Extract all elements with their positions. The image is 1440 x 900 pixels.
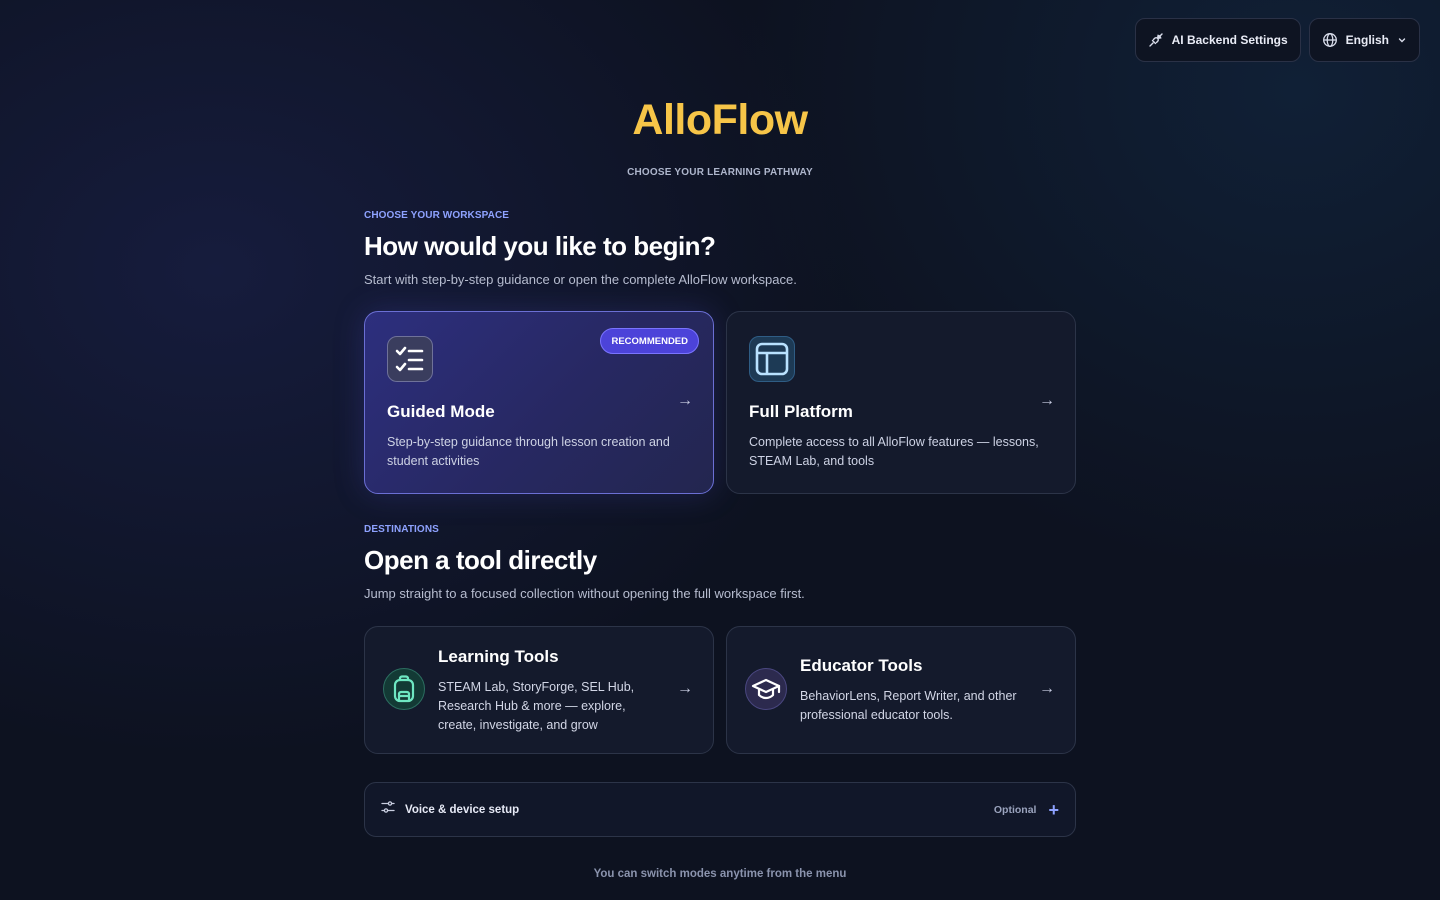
arrow-right-icon: → xyxy=(677,680,693,697)
arrow-right-icon: → xyxy=(677,392,693,409)
destinations-heading: Open a tool directly xyxy=(364,545,597,575)
learning-tools-title: Learning Tools xyxy=(438,647,559,666)
arrow-right-icon: → xyxy=(1039,392,1055,409)
educator-tools-card[interactable]: Educator Tools BehaviorLens, Report Writ… xyxy=(726,626,1076,754)
app-title: AlloFlow xyxy=(632,96,808,144)
guided-mode-description: Step-by-step guidance through lesson cre… xyxy=(387,435,670,468)
full-platform-card[interactable]: Full Platform Complete access to all All… xyxy=(726,311,1076,494)
workspace-subtitle: Start with step-by-step guidance or open… xyxy=(364,272,797,287)
full-platform-description: Complete access to all AlloFlow features… xyxy=(749,435,1039,468)
sliders-icon xyxy=(381,800,395,819)
language-label: English xyxy=(1345,33,1389,47)
voice-device-setup-label: Voice & device setup xyxy=(405,803,520,816)
educator-tools-title: Educator Tools xyxy=(800,656,923,675)
learning-tools-description: STEAM Lab, StoryForge, SEL Hub, Research… xyxy=(438,680,635,732)
backpack-icon xyxy=(383,668,425,710)
voice-device-setup-toggle[interactable]: Voice & device setup Optional + xyxy=(364,782,1076,837)
workspace-eyebrow: CHOOSE YOUR WORKSPACE xyxy=(364,210,510,221)
learning-tools-card[interactable]: Learning Tools STEAM Lab, StoryForge, SE… xyxy=(364,626,714,754)
educator-tools-description: BehaviorLens, Report Writer, and other p… xyxy=(800,689,1017,722)
guided-mode-title: Guided Mode xyxy=(387,402,495,421)
graduation-cap-icon xyxy=(745,668,787,710)
chevron-down-icon xyxy=(1397,35,1407,45)
checklist-icon xyxy=(387,336,433,382)
ai-backend-settings-button[interactable]: AI Backend Settings xyxy=(1134,18,1301,62)
full-platform-title: Full Platform xyxy=(749,402,853,421)
top-actions: AI Backend Settings English xyxy=(1134,18,1420,62)
destinations-section-header: DESTINATIONS Open a tool directly Jump s… xyxy=(364,524,1076,601)
layout-icon xyxy=(749,336,795,382)
workspace-heading: How would you like to begin? xyxy=(364,231,716,261)
destinations-eyebrow: DESTINATIONS xyxy=(364,524,439,535)
language-select[interactable]: English xyxy=(1308,18,1420,62)
plug-icon xyxy=(1148,32,1164,48)
globe-icon xyxy=(1322,32,1338,48)
pathway-tagline: CHOOSE YOUR LEARNING PATHWAY xyxy=(627,167,813,178)
ai-backend-settings-label: AI Backend Settings xyxy=(1171,33,1288,47)
workspace-section-header: CHOOSE YOUR WORKSPACE How would you like… xyxy=(364,210,1076,287)
recommended-badge: RECOMMENDED xyxy=(600,328,699,354)
plus-icon[interactable]: + xyxy=(1048,801,1059,819)
arrow-right-icon: → xyxy=(1039,680,1055,697)
optional-label: Optional xyxy=(993,803,1037,816)
destinations-subtitle: Jump straight to a focused collection wi… xyxy=(364,586,805,601)
guided-mode-card[interactable]: RECOMMENDED Guided Mode Step-by-step gui… xyxy=(364,311,714,494)
footer-note: You can switch modes anytime from the me… xyxy=(593,868,847,880)
